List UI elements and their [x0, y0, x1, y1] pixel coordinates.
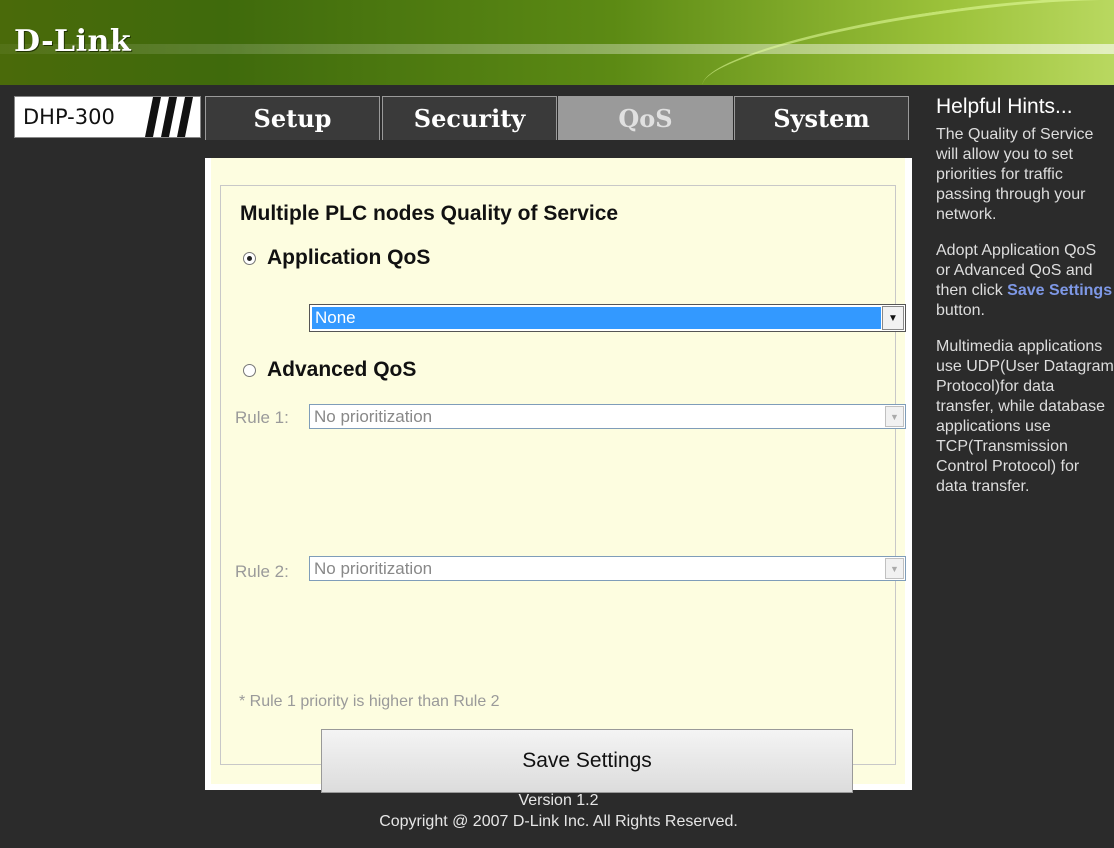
hint-paragraph-2: Adopt Application QoS or Advanced QoS an…: [936, 241, 1114, 321]
section-title: Multiple PLC nodes Quality of Service: [238, 202, 621, 226]
header-swoosh-curve: [696, 0, 1114, 85]
dlink-logo: D-Link: [14, 24, 132, 59]
application-qos-radio[interactable]: [243, 251, 256, 265]
tab-setup[interactable]: Setup: [205, 96, 380, 140]
footer: Version 1.2 Copyright @ 2007 D-Link Inc.…: [205, 790, 912, 832]
hint-text: button.: [936, 302, 985, 319]
header-banner: D-Link: [0, 0, 1114, 85]
version-text: Version 1.2: [518, 792, 599, 809]
advanced-qos-radio[interactable]: [243, 363, 256, 377]
main-panel: Multiple PLC nodes Quality of Service Ap…: [205, 158, 912, 793]
application-qos-option[interactable]: Application QoS: [243, 246, 430, 270]
qos-panel: Multiple PLC nodes Quality of Service Ap…: [211, 158, 906, 793]
rule2-select[interactable]: No prioritization ▼: [309, 556, 906, 581]
tab-security[interactable]: Security: [382, 96, 557, 140]
hints-title: Helpful Hints...: [936, 95, 1073, 118]
priority-note: * Rule 1 priority is higher than Rule 2: [239, 693, 500, 710]
helpful-hints: Helpful Hints... The Quality of Service …: [936, 95, 1114, 513]
rule1-label: Rule 1:: [235, 408, 289, 427]
tab-qos[interactable]: QoS: [558, 96, 733, 140]
save-settings-hint-link[interactable]: Save Settings: [1007, 282, 1112, 299]
model-label: DHP-300: [23, 105, 115, 129]
chevron-down-icon[interactable]: ▼: [882, 306, 904, 330]
advanced-qos-label: Advanced QoS: [267, 358, 417, 381]
application-qos-label: Application QoS: [267, 246, 431, 269]
chevron-down-icon[interactable]: ▼: [885, 558, 904, 579]
model-badge: DHP-300: [14, 96, 201, 138]
qos-fieldset: Multiple PLC nodes Quality of Service Ap…: [220, 185, 906, 793]
model-stripes-icon: [145, 97, 193, 137]
application-qos-value: None: [312, 307, 881, 329]
rule1-value: No prioritization: [314, 407, 433, 426]
save-settings-button[interactable]: Save Settings: [321, 729, 853, 793]
rule2-value: No prioritization: [314, 559, 433, 578]
rule2-label: Rule 2:: [235, 562, 289, 581]
chevron-down-icon[interactable]: ▼: [885, 406, 904, 427]
tab-system[interactable]: System: [734, 96, 909, 140]
hint-paragraph-1: The Quality of Service will allow you to…: [936, 126, 1094, 223]
hint-paragraph-3: Multimedia applications use UDP(User Dat…: [936, 338, 1114, 495]
copyright-text: Copyright @ 2007 D-Link Inc. All Rights …: [379, 813, 738, 830]
application-qos-select[interactable]: None ▼: [309, 304, 906, 332]
advanced-qos-option[interactable]: Advanced QoS: [243, 358, 416, 382]
rule1-select[interactable]: No prioritization ▼: [309, 404, 906, 429]
